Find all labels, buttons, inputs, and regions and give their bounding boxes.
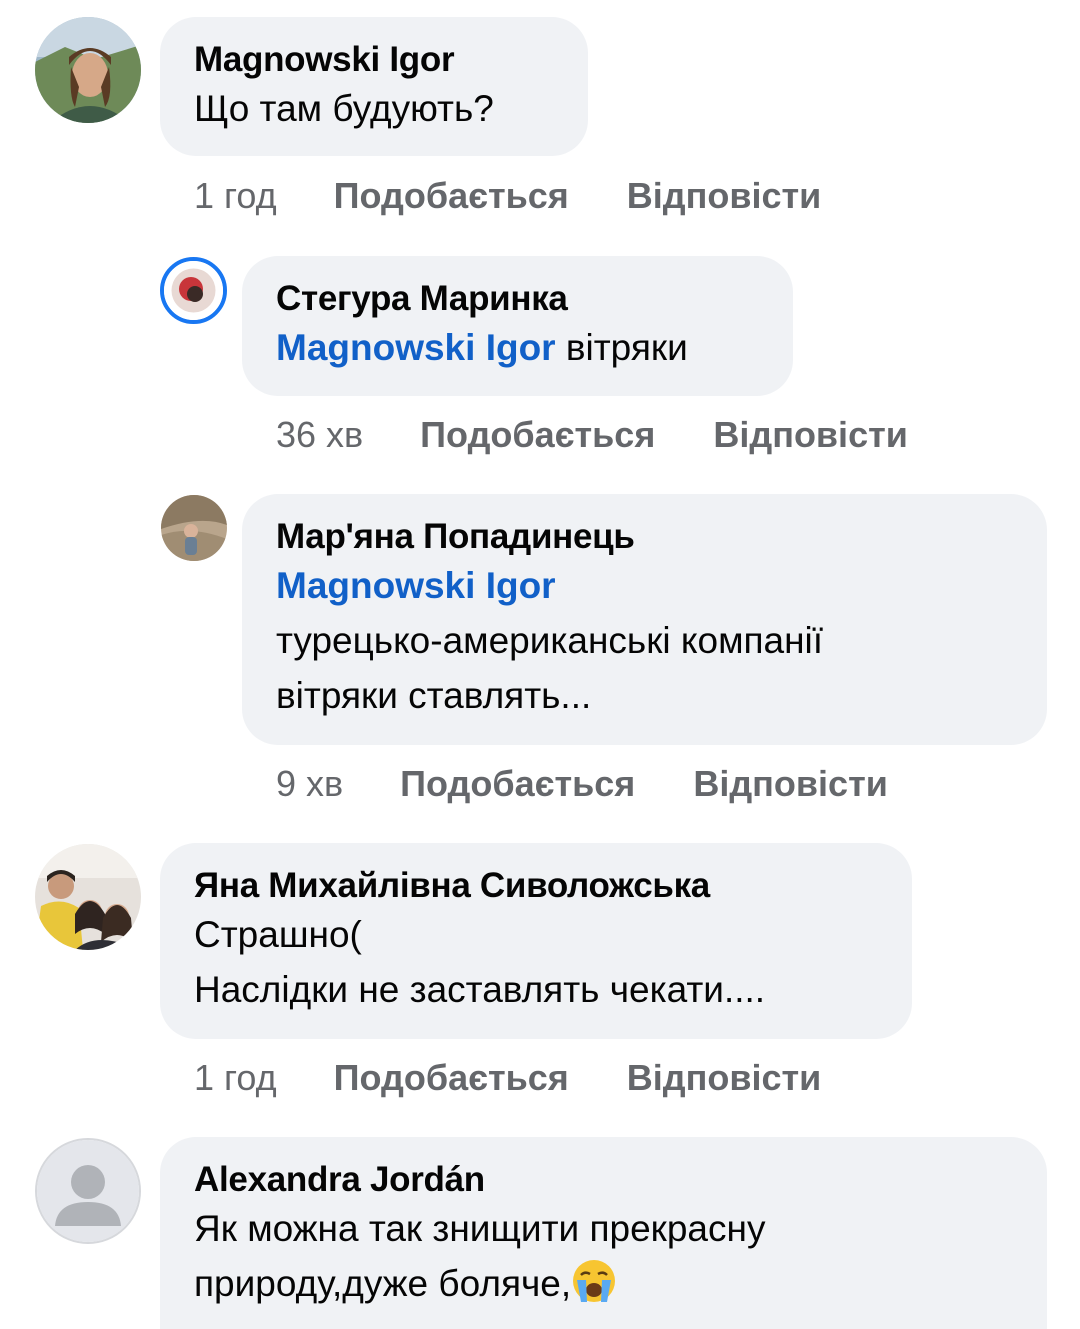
reply-button[interactable]: Відповісти [627,1057,822,1099]
avatar[interactable] [35,844,141,950]
avatar[interactable] [161,495,227,561]
comment-actions: 9 хв Подобається Відповісти [276,763,888,805]
reply-button[interactable]: Відповісти [713,414,908,456]
reply-button[interactable]: Відповісти [627,175,822,217]
comment-bubble: Alexandra Jordán Як можна так знищити пр… [160,1137,1047,1329]
comment-text-line: Наслідки не заставлять чекати.... [194,969,766,1010]
comment-actions: 36 хв Подобається Відповісти [276,414,908,456]
like-button[interactable]: Подобається [334,175,569,217]
comment-text-line: Як можна так знищити прекрасну [194,1208,766,1249]
comment-bubble: Magnowski Igor Що там будують? [160,17,588,156]
comment-author[interactable]: Яна Михайлівна Сиволожська [194,865,878,907]
comment-actions: 1 год Подобається Відповісти [194,175,821,217]
comment-text-line: Страшно( [194,914,362,955]
like-button[interactable]: Подобається [420,414,655,456]
comment-bubble: Мар'яна Попадинець Magnowski Igor турець… [242,494,1047,745]
comment-author[interactable]: Стегура Маринка [276,278,759,320]
comment-time[interactable]: 9 хв [276,763,343,805]
comment-actions: 1 год Подобається Відповісти [194,1057,821,1099]
like-button[interactable]: Подобається [334,1057,569,1099]
avatar[interactable] [160,257,227,324]
comment-text-line: природу,дуже боляче, [194,1263,572,1304]
crying-face-icon [571,1258,617,1319]
comment-author[interactable]: Magnowski Igor [194,39,554,81]
comment-bubble: Стегура Маринка Magnowski Igor вітряки [242,256,793,396]
comment-author[interactable]: Мар'яна Попадинець [276,516,1013,558]
comment-bubble: Яна Михайлівна Сиволожська Страшно( Насл… [160,843,912,1039]
comment-time[interactable]: 1 год [194,175,277,217]
comment-author[interactable]: Alexandra Jordán [194,1159,1013,1201]
avatar[interactable] [35,17,141,123]
mention-link[interactable]: Magnowski Igor [276,565,556,606]
default-avatar-icon[interactable] [35,1138,141,1244]
comment-text-line: вітряки ставлять... [276,675,592,716]
reply-button[interactable]: Відповісти [693,763,888,805]
like-button[interactable]: Подобається [400,763,635,805]
comment-time[interactable]: 36 хв [276,414,363,456]
comment-time[interactable]: 1 год [194,1057,277,1099]
comment-text: вітряки [565,327,688,368]
mention-link[interactable]: Magnowski Igor [276,327,556,368]
comment-text: Що там будують? [194,88,494,129]
comment-text-line: турецько-американські компанії [276,620,824,661]
